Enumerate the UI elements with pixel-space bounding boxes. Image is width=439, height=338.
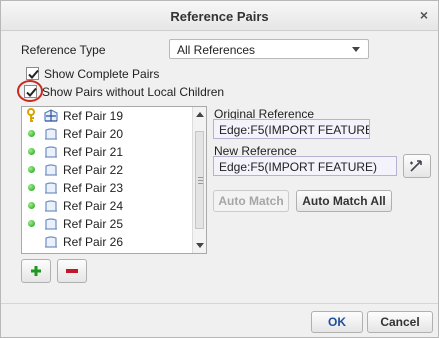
list-scrollbar[interactable]	[192, 107, 206, 253]
list-item[interactable]: Ref Pair 23	[22, 179, 194, 197]
pair-label: Ref Pair 20	[63, 127, 124, 141]
original-reference-field[interactable]: Edge:F5(IMPORT FEATURE)	[213, 119, 370, 139]
pair-label: Ref Pair 24	[63, 199, 124, 213]
show-complete-pairs-checkbox[interactable]	[26, 67, 39, 80]
pair-label: Ref Pair 23	[63, 181, 124, 195]
highlight-ring	[17, 80, 43, 102]
list-item[interactable]: Ref Pair 19	[22, 107, 194, 125]
close-icon[interactable]: ×	[420, 7, 428, 23]
dialog-footer: OK Cancel	[1, 303, 438, 338]
reference-pair-icon	[45, 128, 57, 140]
pair-label: Ref Pair 26	[63, 235, 124, 249]
show-pairs-without-local-children-label: Show Pairs without Local Children	[42, 85, 225, 99]
reference-type-label: Reference Type	[21, 43, 106, 57]
status-dot-icon	[28, 166, 35, 173]
plus-icon	[31, 266, 41, 276]
scroll-down-icon[interactable]	[196, 243, 204, 248]
reference-pair-icon	[45, 200, 57, 212]
status-dot-icon	[28, 148, 35, 155]
reference-pairs-list[interactable]: Ref Pair 19 Ref Pair 20 Ref Pair 21 Ref …	[21, 106, 207, 254]
status-dot-icon	[28, 220, 35, 227]
pair-label: Ref Pair 22	[63, 163, 124, 177]
scrollbar-thumb[interactable]	[195, 131, 204, 229]
auto-match-button[interactable]: Auto Match	[213, 190, 289, 212]
ok-button[interactable]: OK	[311, 311, 363, 333]
dialog-title: Reference Pairs	[170, 9, 269, 24]
select-reference-button[interactable]	[403, 154, 431, 178]
remove-pair-button[interactable]	[57, 259, 87, 283]
chevron-down-icon	[352, 47, 360, 52]
status-dot-icon	[28, 184, 35, 191]
select-arrow-icon	[410, 160, 422, 172]
list-item[interactable]: Ref Pair 25	[22, 215, 194, 233]
list-item[interactable]: Ref Pair 22	[22, 161, 194, 179]
list-item[interactable]: Ref Pair 20	[22, 125, 194, 143]
scroll-up-icon[interactable]	[196, 112, 204, 117]
title-bar: Reference Pairs ×	[1, 1, 438, 31]
add-pair-button[interactable]	[21, 259, 51, 283]
reference-type-select[interactable]: All References	[169, 39, 369, 59]
reference-type-value: All References	[177, 43, 256, 57]
list-item[interactable]: Ref Pair 24	[22, 197, 194, 215]
pair-label: Ref Pair 25	[63, 217, 124, 231]
status-dot-icon	[28, 130, 35, 137]
key-icon	[27, 108, 35, 122]
minus-icon	[66, 269, 78, 273]
list-item[interactable]: Ref Pair 26	[22, 233, 194, 251]
reference-pair-icon	[45, 236, 57, 248]
status-dot-icon	[28, 202, 35, 209]
pair-label: Ref Pair 21	[63, 145, 124, 159]
new-reference-field[interactable]: Edge:F5(IMPORT FEATURE)	[213, 156, 397, 176]
list-item[interactable]: Ref Pair 21	[22, 143, 194, 161]
pair-label: Ref Pair 19	[63, 109, 124, 123]
auto-match-all-button[interactable]: Auto Match All	[296, 190, 392, 212]
reference-pair-icon	[45, 146, 57, 158]
reference-pair-icon	[45, 218, 57, 230]
reference-pair-icon	[45, 182, 57, 194]
reference-pair-icon	[45, 164, 57, 176]
reference-pairs-dialog: Reference Pairs × Reference Type All Ref…	[0, 0, 439, 338]
reference-pair-icon	[44, 109, 58, 122]
cancel-button[interactable]: Cancel	[367, 311, 433, 333]
show-complete-pairs-label: Show Complete Pairs	[44, 67, 160, 81]
